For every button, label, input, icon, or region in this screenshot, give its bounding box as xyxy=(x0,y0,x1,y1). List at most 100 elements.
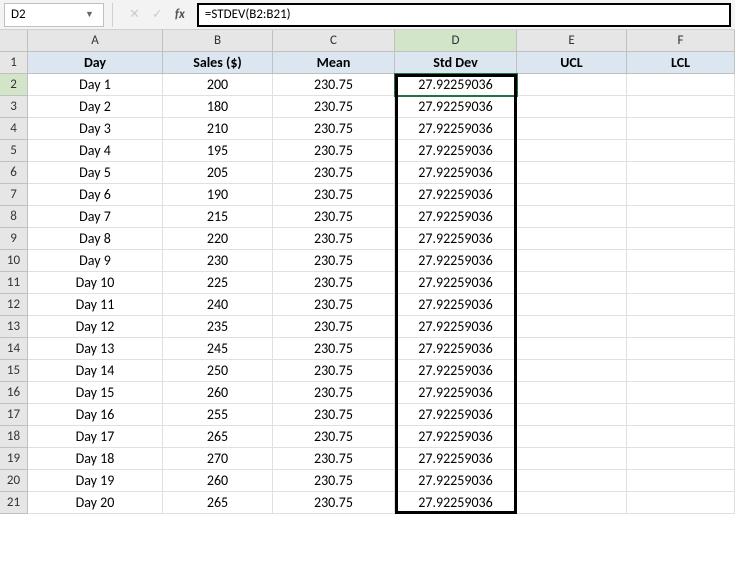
name-box[interactable]: D2 ▼ xyxy=(4,3,104,27)
cell-B7[interactable]: 190 xyxy=(163,184,273,206)
cell-C11[interactable]: 230.75 xyxy=(273,272,395,294)
cell-A17[interactable]: Day 16 xyxy=(28,404,163,426)
cell-D18[interactable]: 27.92259036 xyxy=(395,426,517,448)
cell-C20[interactable]: 230.75 xyxy=(273,470,395,492)
cell-A21[interactable]: Day 20 xyxy=(28,492,163,514)
column-header-F[interactable]: F xyxy=(627,30,735,52)
cell-B13[interactable]: 235 xyxy=(163,316,273,338)
row-header-5[interactable]: 5 xyxy=(0,140,28,162)
cell-E19[interactable] xyxy=(517,448,627,470)
cell-D10[interactable]: 27.92259036 xyxy=(395,250,517,272)
cell-F20[interactable] xyxy=(627,470,735,492)
column-header-C[interactable]: C xyxy=(273,30,395,52)
row-header-19[interactable]: 19 xyxy=(0,448,28,470)
cell-D16[interactable]: 27.92259036 xyxy=(395,382,517,404)
cell-B15[interactable]: 250 xyxy=(163,360,273,382)
cell-A18[interactable]: Day 17 xyxy=(28,426,163,448)
cell-F3[interactable] xyxy=(627,96,735,118)
header-cell-B[interactable]: Sales ($) xyxy=(163,52,273,74)
cell-A19[interactable]: Day 18 xyxy=(28,448,163,470)
cell-D12[interactable]: 27.92259036 xyxy=(395,294,517,316)
cell-A13[interactable]: Day 12 xyxy=(28,316,163,338)
cell-F11[interactable] xyxy=(627,272,735,294)
header-cell-A[interactable]: Day xyxy=(28,52,163,74)
cell-E13[interactable] xyxy=(517,316,627,338)
cell-E16[interactable] xyxy=(517,382,627,404)
cell-A9[interactable]: Day 8 xyxy=(28,228,163,250)
cell-F13[interactable] xyxy=(627,316,735,338)
row-header-15[interactable]: 15 xyxy=(0,360,28,382)
cell-D15[interactable]: 27.92259036 xyxy=(395,360,517,382)
cell-A10[interactable]: Day 9 xyxy=(28,250,163,272)
cell-B4[interactable]: 210 xyxy=(163,118,273,140)
cell-E11[interactable] xyxy=(517,272,627,294)
cell-D5[interactable]: 27.92259036 xyxy=(395,140,517,162)
cell-F16[interactable] xyxy=(627,382,735,404)
row-header-10[interactable]: 10 xyxy=(0,250,28,272)
cell-B19[interactable]: 270 xyxy=(163,448,273,470)
cell-F4[interactable] xyxy=(627,118,735,140)
cell-D4[interactable]: 27.92259036 xyxy=(395,118,517,140)
cell-F17[interactable] xyxy=(627,404,735,426)
cell-E4[interactable] xyxy=(517,118,627,140)
cell-B10[interactable]: 230 xyxy=(163,250,273,272)
fx-icon[interactable]: fx xyxy=(175,7,185,22)
cell-E18[interactable] xyxy=(517,426,627,448)
cell-F6[interactable] xyxy=(627,162,735,184)
cell-D17[interactable]: 27.92259036 xyxy=(395,404,517,426)
cell-C6[interactable]: 230.75 xyxy=(273,162,395,184)
cell-A6[interactable]: Day 5 xyxy=(28,162,163,184)
cell-E14[interactable] xyxy=(517,338,627,360)
cell-A7[interactable]: Day 6 xyxy=(28,184,163,206)
cell-C10[interactable]: 230.75 xyxy=(273,250,395,272)
cell-A2[interactable]: Day 1 xyxy=(28,74,163,96)
cell-F5[interactable] xyxy=(627,140,735,162)
cell-C9[interactable]: 230.75 xyxy=(273,228,395,250)
cell-D21[interactable]: 27.92259036 xyxy=(395,492,517,514)
cell-F9[interactable] xyxy=(627,228,735,250)
row-header-14[interactable]: 14 xyxy=(0,338,28,360)
cell-A12[interactable]: Day 11 xyxy=(28,294,163,316)
cell-F12[interactable] xyxy=(627,294,735,316)
row-header-2[interactable]: 2 xyxy=(0,74,28,96)
row-header-7[interactable]: 7 xyxy=(0,184,28,206)
check-icon[interactable]: ✓ xyxy=(152,7,163,22)
cell-E3[interactable] xyxy=(517,96,627,118)
cell-D3[interactable]: 27.92259036 xyxy=(395,96,517,118)
cell-C2[interactable]: 230.75 xyxy=(273,74,395,96)
cell-C4[interactable]: 230.75 xyxy=(273,118,395,140)
row-header-1[interactable]: 1 xyxy=(0,52,28,74)
row-header-16[interactable]: 16 xyxy=(0,382,28,404)
cell-D13[interactable]: 27.92259036 xyxy=(395,316,517,338)
cell-E2[interactable] xyxy=(517,74,627,96)
cell-D8[interactable]: 27.92259036 xyxy=(395,206,517,228)
row-header-12[interactable]: 12 xyxy=(0,294,28,316)
cell-B12[interactable]: 240 xyxy=(163,294,273,316)
cell-F8[interactable] xyxy=(627,206,735,228)
cell-F10[interactable] xyxy=(627,250,735,272)
cell-F2[interactable] xyxy=(627,74,735,96)
cell-C17[interactable]: 230.75 xyxy=(273,404,395,426)
row-header-13[interactable]: 13 xyxy=(0,316,28,338)
select-all-triangle[interactable] xyxy=(0,30,28,52)
column-header-A[interactable]: A xyxy=(28,30,163,52)
cell-C5[interactable]: 230.75 xyxy=(273,140,395,162)
cell-B17[interactable]: 255 xyxy=(163,404,273,426)
cell-B9[interactable]: 220 xyxy=(163,228,273,250)
column-header-B[interactable]: B xyxy=(163,30,273,52)
cell-F14[interactable] xyxy=(627,338,735,360)
cell-B3[interactable]: 180 xyxy=(163,96,273,118)
header-cell-C[interactable]: Mean xyxy=(273,52,395,74)
cell-E7[interactable] xyxy=(517,184,627,206)
cell-B8[interactable]: 215 xyxy=(163,206,273,228)
cell-F7[interactable] xyxy=(627,184,735,206)
dropdown-icon[interactable]: ▼ xyxy=(82,4,97,26)
cell-D11[interactable]: 27.92259036 xyxy=(395,272,517,294)
cell-B20[interactable]: 260 xyxy=(163,470,273,492)
cell-D19[interactable]: 27.92259036 xyxy=(395,448,517,470)
cell-B18[interactable]: 265 xyxy=(163,426,273,448)
cell-B21[interactable]: 265 xyxy=(163,492,273,514)
cell-C16[interactable]: 230.75 xyxy=(273,382,395,404)
cell-E20[interactable] xyxy=(517,470,627,492)
cell-C3[interactable]: 230.75 xyxy=(273,96,395,118)
